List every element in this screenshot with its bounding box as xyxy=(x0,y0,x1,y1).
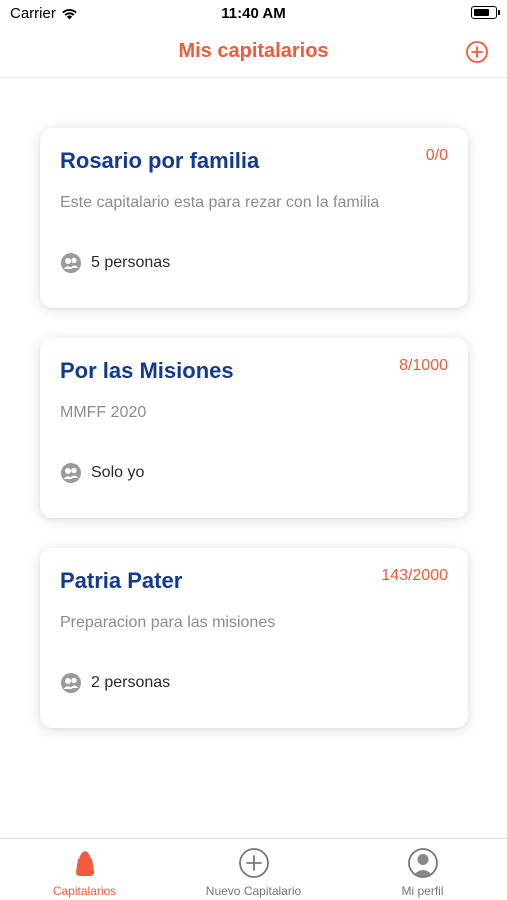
card-progress-count: 0/0 xyxy=(425,147,448,164)
people-icon xyxy=(61,253,81,273)
tab-label: Mi perfil xyxy=(401,884,444,898)
capitalario-card[interactable]: Por las Misiones 8/1000 MMFF 2020 Solo y… xyxy=(40,338,468,518)
navigation-bar: Mis capitalarios xyxy=(0,28,507,78)
tab-capitalarios[interactable]: Capitalarios xyxy=(0,847,169,898)
card-progress-count: 8/1000 xyxy=(399,357,448,374)
rose-bag-icon xyxy=(75,851,94,876)
card-description: Preparacion para las misiones xyxy=(60,614,276,631)
status-bar: Carrier 11:40 AM xyxy=(0,0,507,28)
people-icon xyxy=(61,673,81,693)
person-circle-icon xyxy=(407,848,438,878)
card-members: 5 personas xyxy=(60,252,170,274)
card-members: Solo yo xyxy=(60,462,144,484)
card-description: Este capitalario esta para rezar con la … xyxy=(60,194,380,211)
tab-nuevo-capitalario[interactable]: Nuevo Capitalario xyxy=(169,847,338,898)
card-description: MMFF 2020 xyxy=(60,404,147,421)
people-icon xyxy=(61,463,81,483)
tab-label: Nuevo Capitalario xyxy=(205,884,302,898)
plus-circle-icon xyxy=(238,848,269,878)
card-members-label: Solo yo xyxy=(91,464,145,481)
card-title: Rosario por familia xyxy=(60,148,260,173)
card-members-label: 5 personas xyxy=(91,254,171,271)
card-members-label: 2 personas xyxy=(91,674,171,691)
status-time: 11:40 AM xyxy=(221,5,286,22)
tab-mi-perfil[interactable]: Mi perfil xyxy=(338,847,507,898)
card-members: 2 personas xyxy=(60,672,170,694)
app-screen: Carrier 11:40 AM Mis capitalarios Rosari… xyxy=(0,0,507,900)
page-title: Mis capitalarios xyxy=(178,40,329,62)
tab-bar: Capitalarios Nuevo Capitalario Mi perfil xyxy=(0,838,507,900)
card-title: Por las Misiones xyxy=(60,358,234,383)
capitalario-card[interactable]: Rosario por familia 0/0 Este capitalario… xyxy=(40,128,468,308)
capitalario-card[interactable]: Patria Pater 143/2000 Preparacion para l… xyxy=(40,548,468,728)
add-capitalario-button[interactable] xyxy=(465,40,489,64)
tab-label: Capitalarios xyxy=(52,884,117,898)
battery-icon xyxy=(471,6,500,19)
card-title: Patria Pater xyxy=(60,568,183,593)
card-progress-count: 143/2000 xyxy=(381,567,448,584)
